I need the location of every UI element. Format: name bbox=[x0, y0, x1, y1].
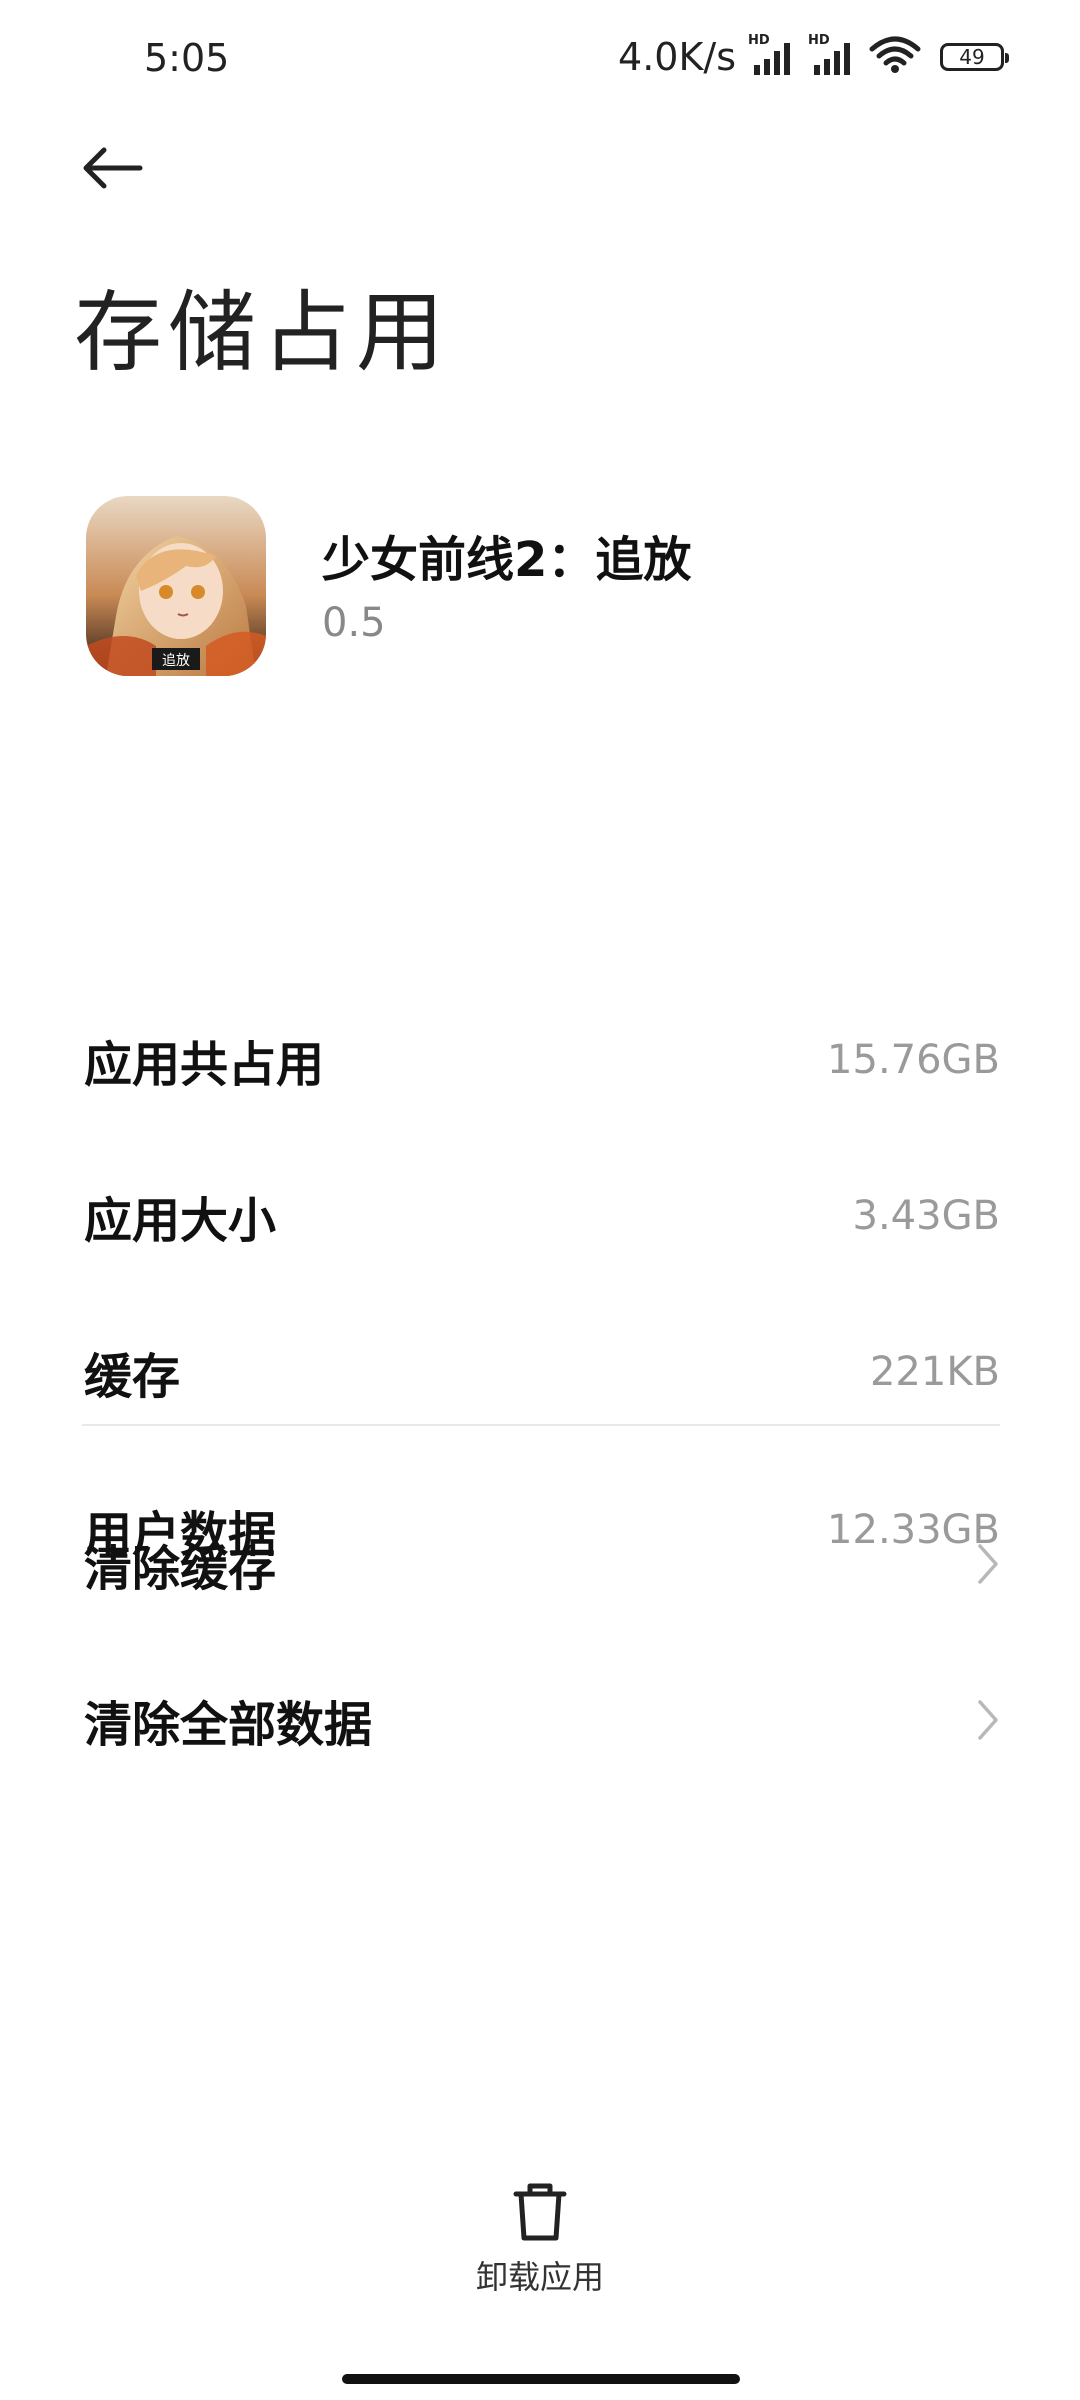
hd-badge-2: HD bbox=[808, 33, 830, 48]
app-version: 0.5 bbox=[322, 600, 386, 646]
status-time: 5:05 bbox=[144, 36, 230, 80]
app-name: 少女前线2：追放 bbox=[322, 532, 692, 588]
clear-all-data-label: 清除全部数据 bbox=[84, 1697, 373, 1753]
cache-value: 221KB bbox=[869, 1349, 1000, 1395]
cache-label: 缓存 bbox=[84, 1349, 181, 1405]
back-button[interactable] bbox=[76, 136, 148, 200]
trash-icon bbox=[513, 2183, 567, 2241]
app-size-row: 应用大小 3.43GB bbox=[84, 1176, 1000, 1256]
signal-icon: HD bbox=[748, 33, 798, 79]
storage-total-value: 15.76GB bbox=[827, 1037, 1000, 1083]
home-indicator[interactable] bbox=[342, 2374, 740, 2384]
chevron-right-icon bbox=[960, 1540, 1000, 1588]
status-icons: 4.0K/s HD HD 49 bbox=[618, 32, 1009, 82]
storage-total-label: 应用共占用 bbox=[84, 1037, 325, 1093]
signal-icon-2: HD bbox=[808, 33, 858, 79]
hd-badge: HD bbox=[748, 33, 770, 48]
clear-cache-button[interactable]: 清除缓存 bbox=[84, 1524, 1000, 1604]
wifi-icon bbox=[868, 35, 922, 79]
app-size-value: 3.43GB bbox=[852, 1193, 1001, 1239]
battery-icon: 49 bbox=[940, 43, 1009, 71]
divider bbox=[82, 1424, 1000, 1426]
storage-total-row: 应用共占用 15.76GB bbox=[84, 1020, 1000, 1100]
page-title: 存储占用 bbox=[74, 281, 451, 384]
arrow-left-icon bbox=[83, 147, 143, 189]
app-icon: 追放 bbox=[86, 496, 266, 676]
uninstall-label: 卸载应用 bbox=[475, 2258, 604, 2296]
network-speed: 4.0K/s bbox=[618, 35, 736, 79]
status-bar: 5:05 4.0K/s HD HD 49 bbox=[0, 0, 1080, 120]
chevron-right-icon bbox=[960, 1696, 1000, 1744]
cache-row: 缓存 221KB bbox=[84, 1332, 1000, 1412]
clear-cache-label: 清除缓存 bbox=[84, 1541, 277, 1597]
uninstall-button[interactable]: 卸载应用 bbox=[440, 2180, 640, 2310]
app-size-label: 应用大小 bbox=[84, 1193, 277, 1249]
app-icon-text: 追放 bbox=[162, 653, 190, 669]
clear-all-data-button[interactable]: 清除全部数据 bbox=[84, 1680, 1000, 1760]
